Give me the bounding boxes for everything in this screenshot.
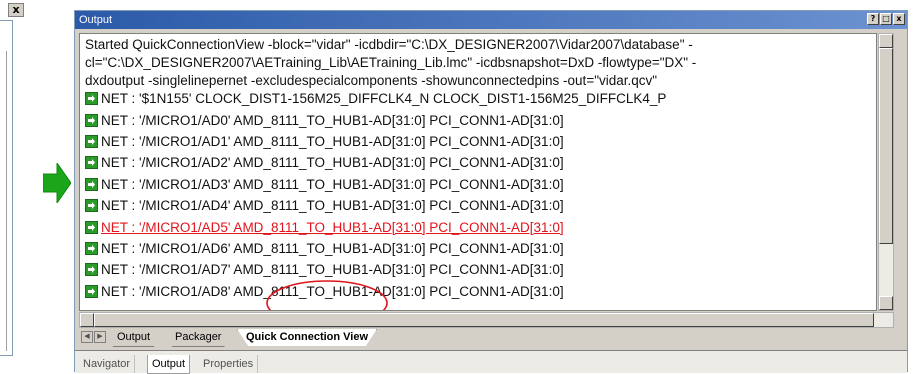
net-line-text: NET : '/MICRO1/AD0' AMD_8111_TO_HUB1-AD[… (101, 113, 564, 128)
green-arrow-icon (85, 114, 98, 127)
output-window: Output ? □ x Started QuickConnectionView… (74, 10, 908, 374)
command-line: dxdoutput -singlelinepernet -excludespec… (85, 73, 658, 88)
tab-strip: ◀ ▶ Output Packager Quick Connection Vie… (79, 329, 894, 347)
green-arrow-icon (85, 199, 98, 212)
green-arrow-icon (85, 156, 98, 169)
bottom-tab-strip: Navigator Output Properties (75, 351, 907, 374)
scroll-thumb[interactable] (94, 313, 874, 327)
net-line-text: NET : '/MICRO1/AD1' AMD_8111_TO_HUB1-AD[… (101, 134, 564, 149)
green-arrow-icon (85, 242, 98, 255)
tab-scroll-left-icon[interactable]: ◀ (81, 331, 93, 343)
scroll-thumb[interactable] (879, 48, 893, 244)
net-line[interactable]: NET : '/MICRO1/AD4' AMD_8111_TO_HUB1-AD[… (85, 198, 564, 213)
green-arrow-icon (85, 221, 98, 234)
scroll-right-button[interactable] (80, 313, 94, 327)
close-button[interactable]: x (893, 13, 905, 25)
net-line-text: NET : '/MICRO1/AD4' AMD_8111_TO_HUB1-AD[… (101, 198, 564, 213)
output-text-area[interactable]: Started QuickConnectionView -block="vida… (79, 33, 877, 311)
tab-quick-connection-view[interactable]: Quick Connection View (237, 329, 378, 346)
command-line: Started QuickConnectionView -block="vida… (85, 37, 693, 52)
green-arrow-icon (85, 178, 98, 191)
green-arrow-icon (85, 263, 98, 276)
tab-packager[interactable]: Packager (167, 329, 230, 347)
net-line[interactable]: NET : '/MICRO1/AD6' AMD_8111_TO_HUB1-AD[… (85, 241, 564, 256)
left-panel-frame (0, 20, 13, 356)
tab-scroll-right-icon[interactable]: ▶ (94, 331, 106, 343)
tab-output-bottom[interactable]: Output (147, 355, 191, 374)
output-title: Output (79, 14, 113, 26)
net-line[interactable]: NET : '/MICRO1/AD2' AMD_8111_TO_HUB1-AD[… (85, 155, 564, 170)
green-right-arrow-icon (43, 163, 71, 203)
green-arrow-icon (85, 135, 98, 148)
net-line[interactable]: NET : '$1N155' CLOCK_DIST1-156M25_DIFFCL… (85, 91, 666, 106)
left-panel: x (0, 0, 30, 372)
green-arrow-icon (85, 92, 98, 105)
left-panel-close-button[interactable]: x (8, 3, 24, 17)
net-line-text: NET : '/MICRO1/AD6' AMD_8111_TO_HUB1-AD[… (101, 241, 564, 256)
annotation-ellipse (266, 280, 388, 310)
net-line[interactable]: NET : '/MICRO1/AD0' AMD_8111_TO_HUB1-AD[… (85, 113, 564, 128)
vertical-scrollbar[interactable] (878, 33, 894, 311)
title-buttons: ? □ x (867, 13, 905, 25)
scroll-up-button[interactable] (879, 34, 893, 48)
tab-output[interactable]: Output (109, 329, 159, 347)
left-panel-divider (0, 51, 7, 351)
output-title-bar[interactable]: Output ? □ x (75, 11, 907, 29)
net-line-text: NET : '/MICRO1/AD3' AMD_8111_TO_HUB1-AD[… (101, 177, 564, 192)
tab-navigator[interactable]: Navigator (79, 355, 136, 373)
net-line[interactable]: NET : '/MICRO1/AD3' AMD_8111_TO_HUB1-AD[… (85, 177, 564, 192)
net-line-text: NET : '/MICRO1/AD2' AMD_8111_TO_HUB1-AD[… (101, 155, 564, 170)
help-button[interactable]: ? (867, 13, 879, 25)
net-line-text: NET : '/MICRO1/AD5' AMD_8111_TO_HUB1-AD[… (101, 220, 564, 235)
tab-properties[interactable]: Properties (199, 355, 259, 373)
horizontal-scrollbar[interactable] (79, 312, 894, 328)
net-line[interactable]: NET : '/MICRO1/AD1' AMD_8111_TO_HUB1-AD[… (85, 134, 564, 149)
green-arrow-icon (85, 285, 98, 298)
net-line[interactable]: NET : '/MICRO1/AD7' AMD_8111_TO_HUB1-AD[… (85, 262, 564, 277)
net-line-text: NET : '/MICRO1/AD7' AMD_8111_TO_HUB1-AD[… (101, 262, 564, 277)
net-line-text: NET : '$1N155' CLOCK_DIST1-156M25_DIFFCL… (101, 91, 667, 106)
net-line-error[interactable]: NET : '/MICRO1/AD5' AMD_8111_TO_HUB1-AD[… (85, 220, 564, 235)
scroll-down-button[interactable] (879, 296, 893, 310)
maximize-button[interactable]: □ (880, 13, 892, 25)
command-line: cl="C:\DX_DESIGNER2007\AETraining_Lib\AE… (85, 55, 697, 70)
